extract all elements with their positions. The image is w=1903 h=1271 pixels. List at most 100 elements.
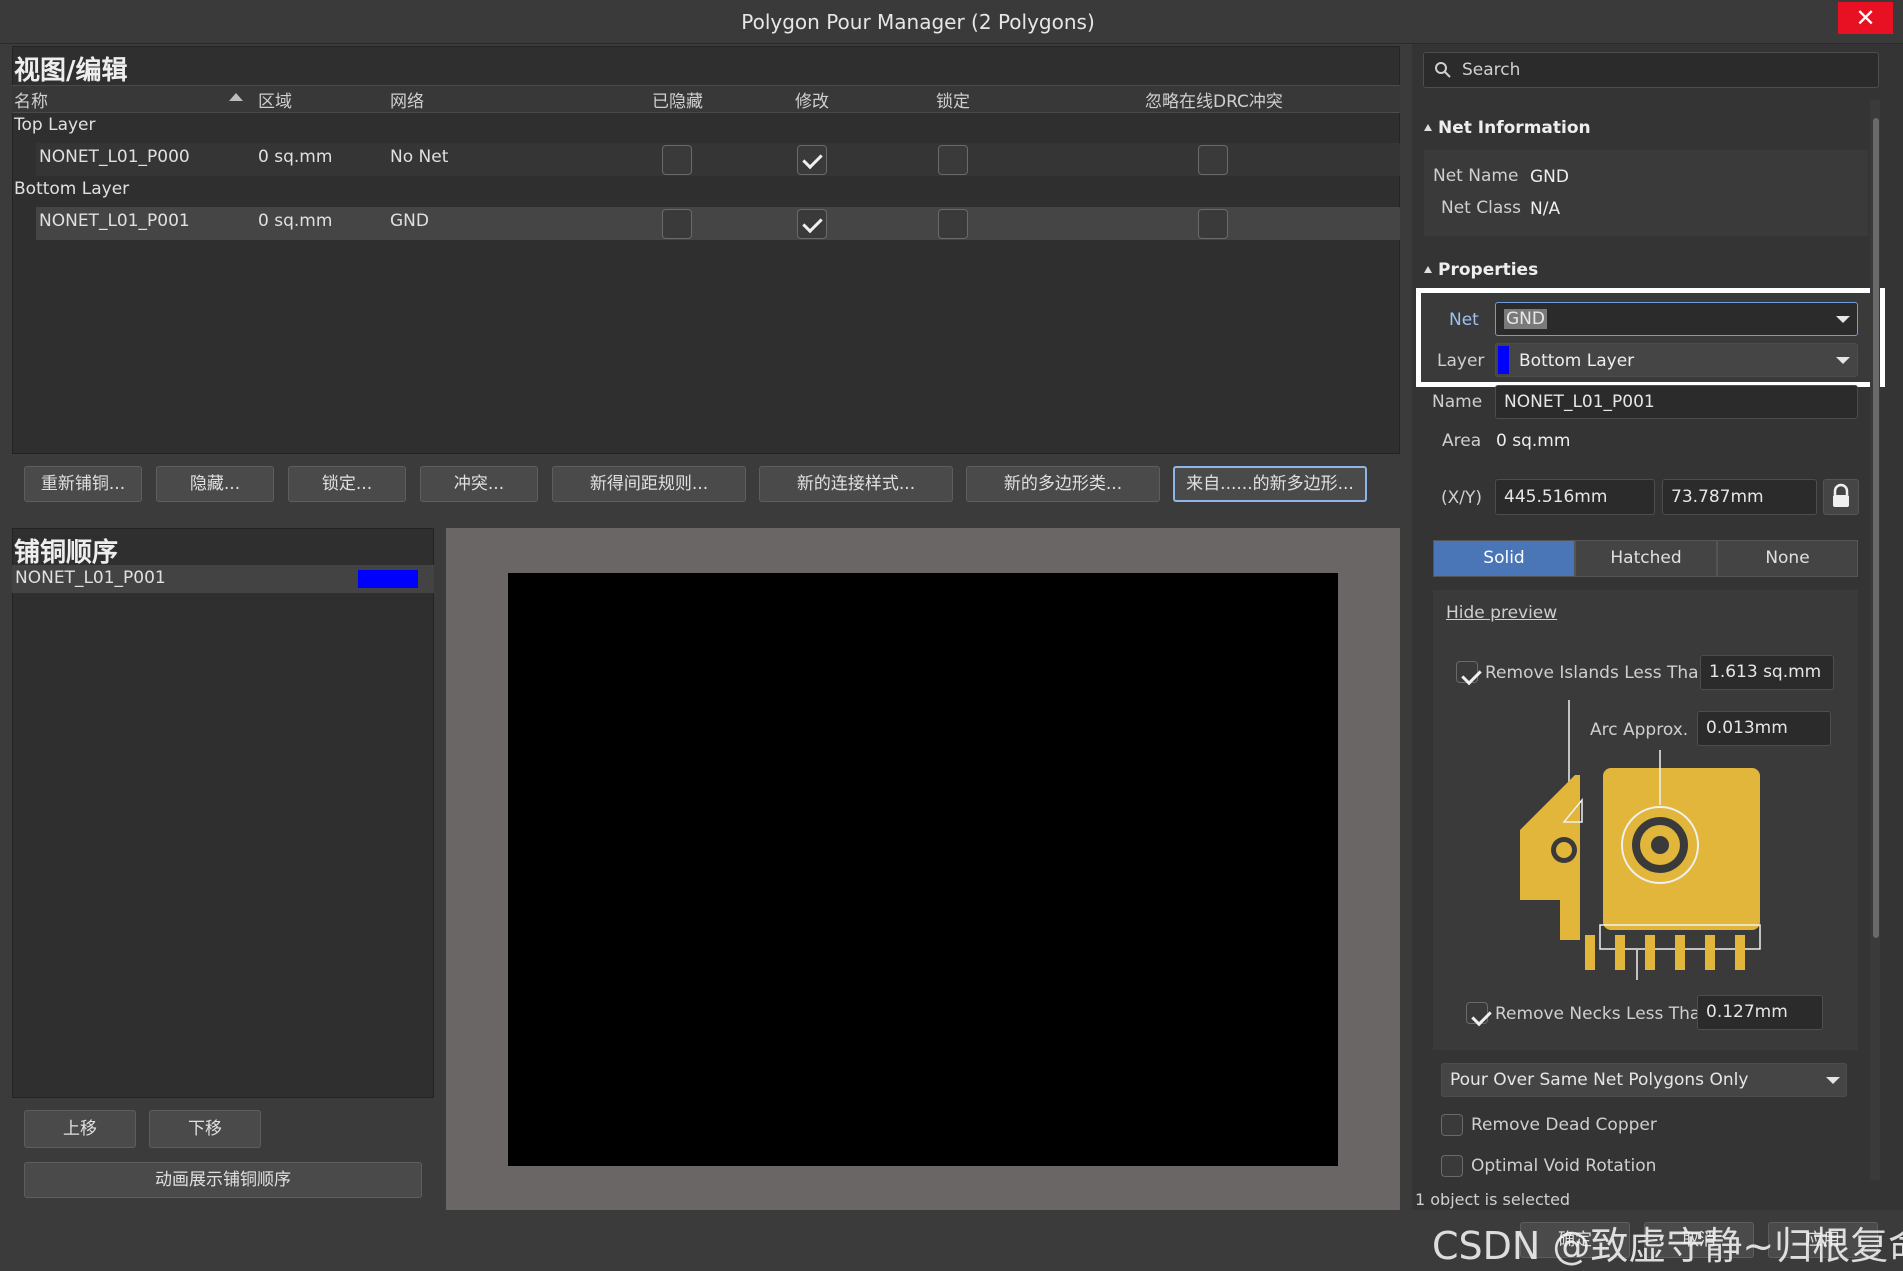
area-label: Area: [1442, 431, 1482, 451]
name-label: Name: [1432, 392, 1483, 412]
pour-settings-illustration: [1520, 700, 1761, 980]
name-field-value: NONET_L01_P001: [1504, 392, 1655, 412]
y-field[interactable]: 73.787mm: [1662, 479, 1817, 515]
chevron-down-icon: [1826, 1077, 1840, 1084]
ignore-drc-checkbox[interactable]: [1198, 209, 1228, 239]
net-info-box: [1424, 150, 1868, 236]
hidden-checkbox[interactable]: [662, 209, 692, 239]
status-text: 1 object is selected: [1415, 1190, 1571, 1209]
search-placeholder: Search: [1462, 60, 1521, 80]
window-title: Polygon Pour Manager (2 Polygons): [741, 10, 1095, 34]
locked-checkbox[interactable]: [938, 209, 968, 239]
name-field[interactable]: NONET_L01_P001: [1495, 385, 1858, 419]
area-value: 0 sq.mm: [1496, 431, 1571, 451]
hidden-checkbox[interactable]: [662, 145, 692, 175]
locked-checkbox[interactable]: [938, 145, 968, 175]
net-class-value: N/A: [1530, 199, 1561, 219]
group-bottom-layer[interactable]: Bottom Layer: [14, 179, 129, 199]
net-dropdown[interactable]: [1495, 302, 1858, 336]
conflict-button[interactable]: 冲突...: [420, 466, 538, 502]
optimal-void-label: Optimal Void Rotation: [1471, 1156, 1657, 1176]
new-polygon-class-button[interactable]: 新的多边形类...: [966, 466, 1160, 502]
lock-button[interactable]: [1823, 479, 1859, 515]
col-locked[interactable]: 锁定: [936, 87, 970, 112]
col-net[interactable]: 网络: [390, 87, 424, 112]
scrollbar-thumb[interactable]: [1873, 118, 1879, 938]
remove-necks-checkbox[interactable]: [1466, 1002, 1488, 1024]
new-polygon-from-button[interactable]: 来自......的新多边形...: [1173, 466, 1367, 502]
net-info-title: Net Information: [1438, 118, 1591, 138]
sort-asc-icon: [229, 93, 243, 101]
row-area: 0 sq.mm: [258, 211, 333, 231]
view-edit-title: 视图/编辑: [14, 56, 128, 86]
remove-islands-value: 1.613 sq.mm: [1709, 662, 1822, 682]
net-label: Net: [1449, 310, 1479, 330]
optimal-void-checkbox[interactable]: [1441, 1155, 1463, 1177]
fill-hatched-tab[interactable]: Hatched: [1575, 540, 1717, 577]
chevron-down-icon: [1836, 357, 1850, 364]
net-dropdown-value: GND: [1504, 309, 1547, 329]
net-name-value: GND: [1530, 167, 1569, 187]
layer-label: Layer: [1437, 351, 1485, 371]
close-button[interactable]: ✕: [1838, 2, 1893, 34]
remove-necks-label: Remove Necks Less Than: [1495, 1004, 1712, 1024]
pour-order-color-swatch: [358, 570, 418, 588]
remove-necks-field[interactable]: 0.127mm: [1697, 995, 1823, 1030]
modify-checkbox[interactable]: [797, 209, 827, 239]
collapse-triangle-icon[interactable]: [1424, 124, 1432, 131]
new-connect-style-button[interactable]: 新的连接样式...: [759, 466, 953, 502]
col-name[interactable]: 名称: [14, 87, 48, 112]
ignore-drc-checkbox[interactable]: [1198, 145, 1228, 175]
move-down-button[interactable]: 下移: [149, 1110, 261, 1148]
row-name: NONET_L01_P000: [39, 147, 190, 167]
hide-button[interactable]: 隐藏...: [156, 466, 274, 502]
x-field-value: 445.516mm: [1504, 487, 1608, 507]
col-ignore-drc[interactable]: 忽略在线DRC冲突: [1145, 87, 1283, 112]
remove-islands-label: Remove Islands Less Than: [1485, 663, 1710, 683]
remove-islands-checkbox[interactable]: [1456, 661, 1478, 683]
row-name: NONET_L01_P001: [39, 211, 190, 231]
pour-over-value: Pour Over Same Net Polygons Only: [1450, 1070, 1749, 1090]
x-field[interactable]: 445.516mm: [1495, 479, 1655, 515]
animate-pour-order-button[interactable]: 动画展示铺铜顺序: [24, 1162, 422, 1198]
remove-dead-copper-label: Remove Dead Copper: [1471, 1115, 1657, 1135]
move-up-button[interactable]: 上移: [24, 1110, 136, 1148]
col-modify[interactable]: 修改: [795, 87, 829, 112]
watermark: CSDN @致虚守静~归根复命: [1432, 1224, 1903, 1268]
modify-checkbox[interactable]: [797, 145, 827, 175]
layer-dropdown-value: Bottom Layer: [1519, 351, 1635, 371]
fill-none-tab[interactable]: None: [1717, 540, 1858, 577]
pour-over-dropdown[interactable]: Pour Over Same Net Polygons Only: [1441, 1063, 1847, 1097]
pour-order-panel: [12, 528, 434, 1098]
properties-title: Properties: [1438, 260, 1539, 280]
row-net: GND: [390, 211, 429, 231]
xy-label: (X/Y): [1441, 488, 1483, 508]
repour-button[interactable]: 重新铺铜...: [24, 466, 142, 502]
search-icon: [1435, 62, 1451, 78]
collapse-triangle-icon[interactable]: [1424, 266, 1432, 273]
net-class-label: Net Class: [1441, 198, 1521, 218]
y-field-value: 73.787mm: [1671, 487, 1764, 507]
remove-islands-field[interactable]: 1.613 sq.mm: [1700, 655, 1834, 690]
group-top-layer[interactable]: Top Layer: [14, 115, 96, 135]
table-row[interactable]: [36, 207, 1400, 240]
close-icon: ✕: [1855, 4, 1876, 32]
pour-order-item-name: NONET_L01_P001: [15, 568, 166, 588]
col-area[interactable]: 区域: [258, 87, 292, 112]
row-area: 0 sq.mm: [258, 147, 333, 167]
new-clearance-rule-button[interactable]: 新得间距规则...: [552, 466, 746, 502]
remove-dead-copper-checkbox[interactable]: [1441, 1114, 1463, 1136]
lock-button[interactable]: 锁定...: [288, 466, 406, 502]
row-net: No Net: [390, 147, 449, 167]
pour-order-title: 铺铜顺序: [14, 538, 119, 568]
table-row[interactable]: [36, 143, 1400, 176]
layer-color-swatch: [1498, 346, 1509, 374]
fill-solid-tab[interactable]: Solid: [1433, 540, 1575, 577]
lock-icon: [1833, 483, 1849, 507]
hide-preview-link[interactable]: Hide preview: [1446, 603, 1557, 623]
chevron-down-icon: [1836, 316, 1850, 323]
net-name-label: Net Name: [1433, 166, 1519, 186]
remove-necks-value: 0.127mm: [1706, 1002, 1788, 1022]
col-hidden[interactable]: 已隐藏: [652, 87, 703, 112]
preview-canvas[interactable]: [508, 573, 1338, 1166]
